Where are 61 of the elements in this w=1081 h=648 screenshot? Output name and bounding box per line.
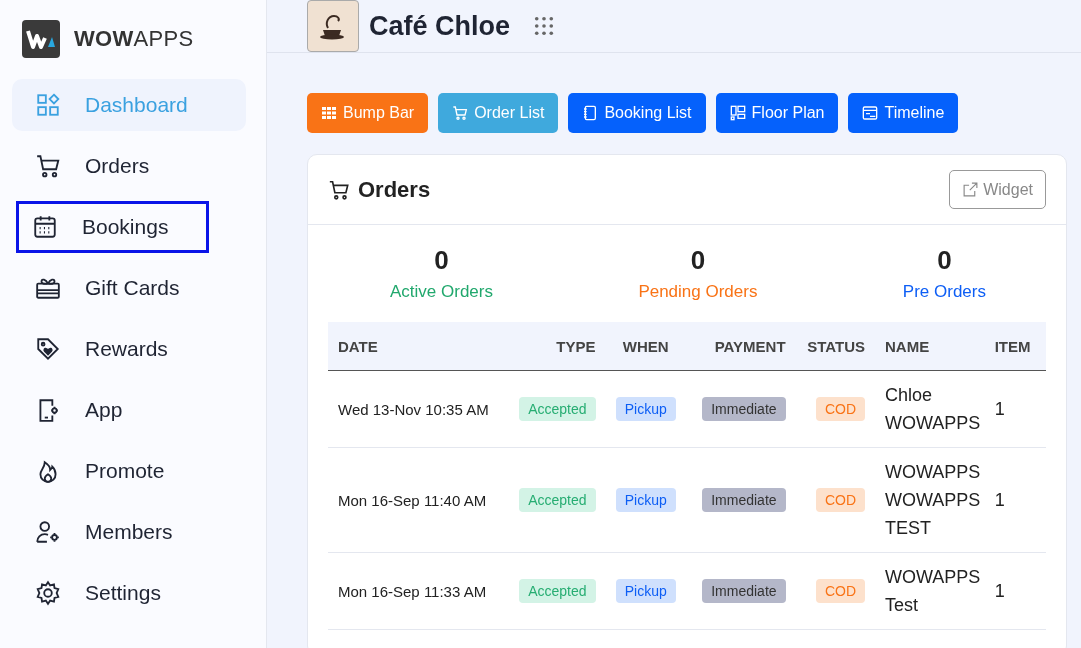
column-header[interactable]: NAME: [885, 337, 930, 355]
sidebar-item[interactable]: App: [12, 384, 246, 436]
notebook-icon: [582, 105, 599, 121]
sidebar-item[interactable]: Gift Cards: [12, 262, 246, 314]
cart-icon: [452, 105, 469, 121]
payment-badge: Immediate: [702, 397, 786, 421]
when-badge: Pickup: [615, 579, 676, 603]
type-badge: Accepted: [519, 397, 596, 421]
stat-label: Pending Orders: [638, 282, 758, 302]
stat-label: Active Orders: [390, 282, 493, 302]
stat-value: 0: [434, 245, 449, 276]
status-badge: COD: [815, 488, 865, 512]
sidebar-item[interactable]: Rewards: [12, 323, 246, 375]
timeline-icon: [862, 105, 879, 121]
payment-badge: Immediate: [702, 488, 786, 512]
cart-icon: [35, 153, 61, 179]
status-badge: COD: [815, 579, 865, 603]
column-header[interactable]: DATE: [338, 337, 378, 355]
name-cell: WOWAPPS WOWAPPS TEST: [885, 462, 981, 538]
when-badge: Pickup: [615, 488, 676, 512]
cafe-logo-image: [307, 0, 359, 52]
stat-value: 0: [937, 245, 952, 276]
payment-badge: Immediate: [702, 579, 786, 603]
brand-name: WOWAPPS: [74, 26, 194, 52]
date-cell: Mon 16-Sep 11:40 AM: [338, 491, 487, 509]
column-header[interactable]: TYPE: [556, 337, 596, 355]
toolbar-button[interactable]: Booking List: [568, 93, 706, 133]
date-cell: Mon 16-Sep 11:33 AM: [338, 582, 487, 600]
user-gear-icon: [35, 519, 61, 545]
stat-label: Pre Orders: [902, 282, 986, 302]
sidebar-item[interactable]: Orders: [12, 140, 246, 192]
items-cell: 1: [994, 580, 1005, 601]
name-cell: WOWAPPS Test: [885, 567, 981, 615]
toolbar-button[interactable]: Timeline: [848, 93, 959, 133]
items-cell: 1: [994, 489, 1005, 510]
name-cell: Chloe WOWAPPS: [885, 385, 981, 433]
tag-heart-icon: [35, 336, 61, 362]
sidebar-item[interactable]: Promote: [12, 445, 246, 497]
widget-button[interactable]: Widget: [949, 170, 1046, 209]
stat-value: 0: [690, 245, 706, 276]
items-cell: 1: [994, 398, 1005, 419]
type-badge: Accepted: [519, 579, 596, 603]
settings-icon: [35, 580, 61, 606]
status-badge: COD: [815, 397, 865, 421]
layout-icon: [729, 105, 746, 121]
calendar-icon: [32, 214, 58, 240]
apps-grid-icon[interactable]: [534, 16, 555, 36]
type-badge: Accepted: [519, 488, 596, 512]
grid-icon: [35, 92, 61, 118]
sidebar-item[interactable]: Bookings: [16, 201, 209, 253]
cafe-title: Café Chloe: [369, 10, 511, 42]
toolbar-button[interactable]: Floor Plan: [715, 93, 839, 133]
date-cell: Wed 13-Nov 10:35 AM: [338, 400, 489, 418]
logo-icon: [22, 20, 60, 58]
sidebar-item[interactable]: Members: [12, 506, 246, 558]
sidebar-item[interactable]: Settings: [12, 567, 246, 619]
cart-icon: [328, 178, 350, 201]
external-link-icon: [962, 181, 980, 198]
card-title: Orders: [358, 176, 432, 203]
when-badge: Pickup: [615, 397, 676, 421]
keypad-icon: [321, 105, 337, 121]
